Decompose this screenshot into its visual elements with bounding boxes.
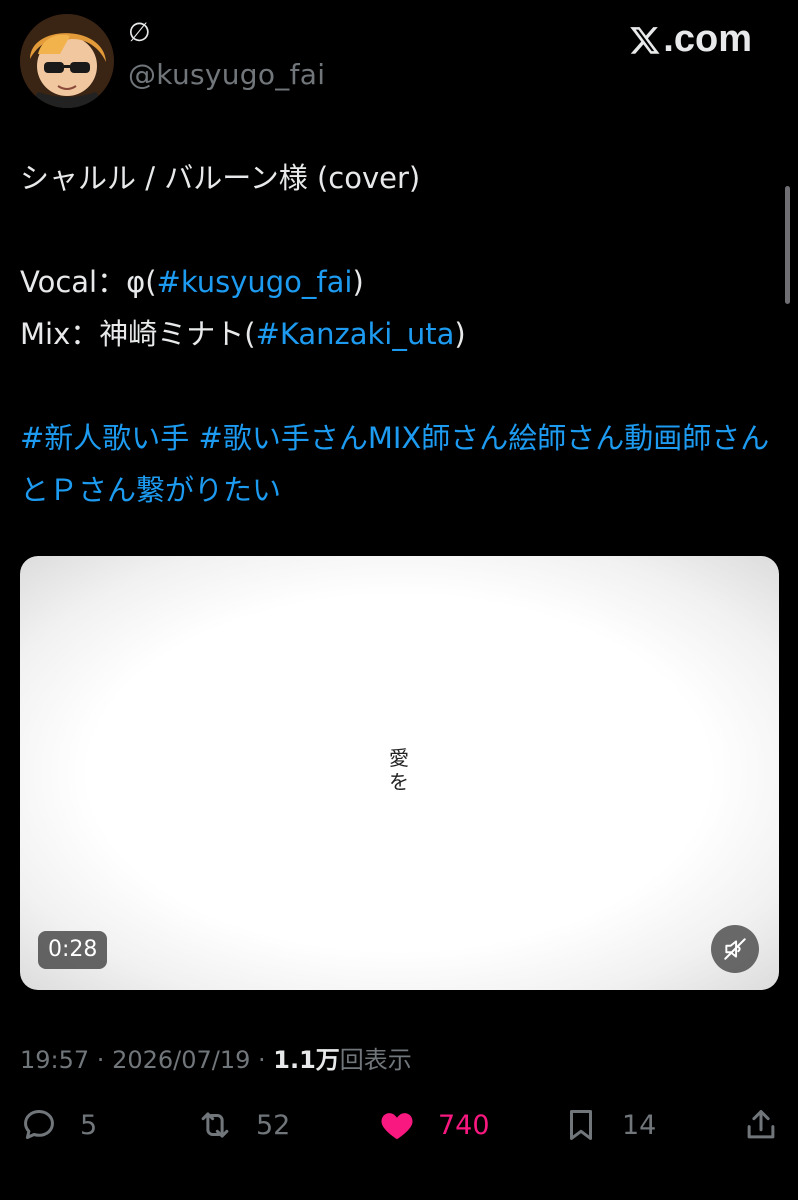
retweet-count: 52 xyxy=(256,1109,291,1141)
share-button[interactable] xyxy=(742,1106,780,1144)
avatar[interactable] xyxy=(20,14,114,108)
share-icon xyxy=(747,1110,775,1139)
hashtag-link-kanzaki-uta-text[interactable]: #Kanzaki_uta xyxy=(256,317,455,351)
brand-domain: .com xyxy=(663,18,752,60)
like-button[interactable]: 740 xyxy=(378,1106,490,1144)
video-player[interactable]: 愛を 0:28 xyxy=(20,556,779,990)
display-name[interactable]: ∅ xyxy=(128,20,151,46)
video-duration: 0:28 xyxy=(38,931,108,969)
heart-filled-icon xyxy=(381,1113,413,1140)
tweet-time[interactable]: 19:57 xyxy=(20,1046,89,1074)
reply-button[interactable]: 5 xyxy=(20,1106,97,1144)
bookmark-icon xyxy=(569,1110,593,1140)
views-count: 1.1万 xyxy=(273,1046,340,1074)
tweet-line-title: シャルル / バルーン様 (cover) xyxy=(20,161,421,195)
retweet-icon xyxy=(201,1112,229,1138)
bottom-divider xyxy=(0,1180,798,1200)
brand-link[interactable]: .com xyxy=(629,18,752,61)
hashtags-line[interactable]: #新人歌い手 #歌い手さんMIX師さん絵師さん動画師さんとＰさん繋がりたい xyxy=(20,412,770,516)
mute-button[interactable] xyxy=(711,925,759,973)
like-count: 740 xyxy=(438,1109,490,1141)
bookmark-count: 14 xyxy=(622,1109,657,1141)
video-caption: 愛を xyxy=(389,746,409,794)
tweet-text: シャルル / バルーン様 (cover) Vocal：φ(#kusyugo_fa… xyxy=(20,152,770,516)
user-handle[interactable]: @kusyugo_fai xyxy=(128,58,325,91)
reply-count: 5 xyxy=(80,1109,98,1141)
retweet-button[interactable]: 52 xyxy=(196,1106,290,1144)
tweet-line-vocal: Vocal：φ(#kusyugo_fai) xyxy=(20,265,364,299)
hashtag-link-kusyugo-fai[interactable]: #kusyugo_fai xyxy=(157,265,353,299)
tweet-line-mix: Mix：神崎ミナト()#Kanzaki_uta) xyxy=(20,317,466,351)
tweet-date[interactable]: 2026/07/19 xyxy=(112,1046,250,1074)
bookmark-button[interactable]: 14 xyxy=(562,1106,656,1144)
speaker-muted-icon xyxy=(724,938,746,960)
scrollbar[interactable] xyxy=(785,186,790,304)
reply-icon xyxy=(24,1110,54,1140)
x-logo-icon xyxy=(630,26,660,54)
tweet-meta: 19:57 · 2026/07/19 · 1.1万回表示 xyxy=(20,1046,412,1074)
views-label: 回表示 xyxy=(339,1046,412,1074)
